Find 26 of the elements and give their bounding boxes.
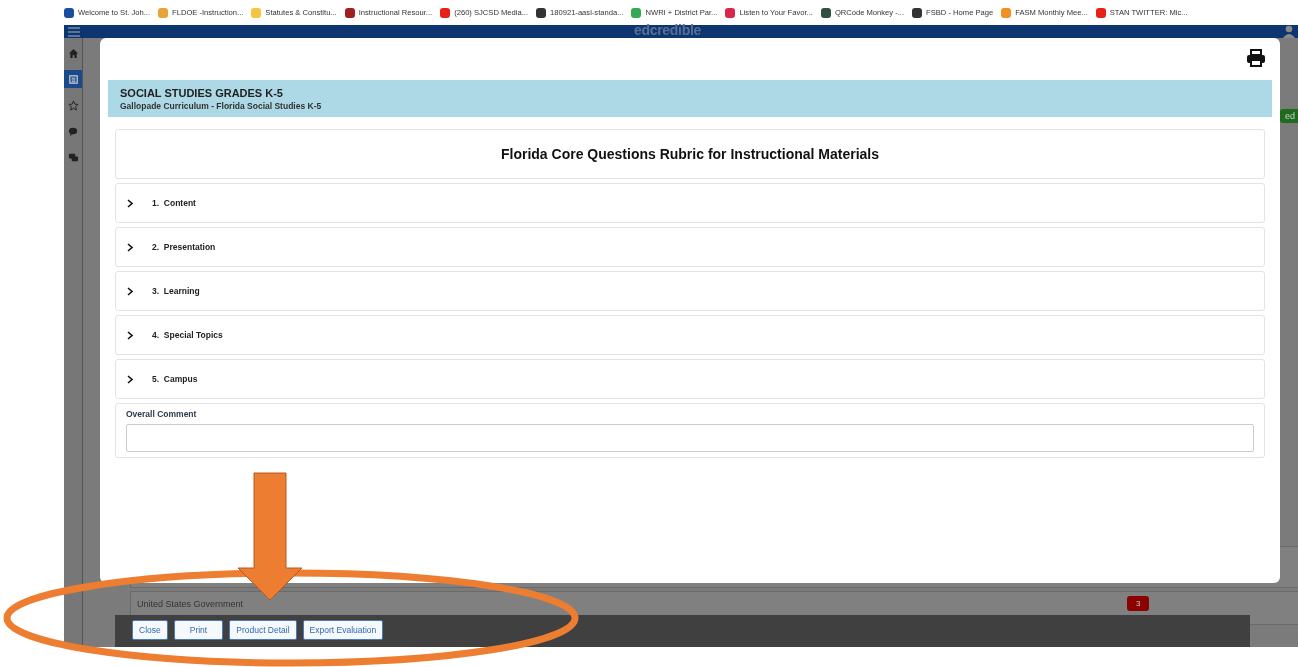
home-icon: [67, 47, 79, 59]
footer-button[interactable]: Export Evaluation: [302, 620, 384, 640]
app-logo: edcredible: [634, 22, 702, 38]
footer-button[interactable]: Print: [173, 620, 224, 640]
list-icon: [67, 73, 79, 85]
footer-button[interactable]: Product Detail: [229, 620, 297, 640]
print-icon[interactable]: [1246, 49, 1266, 67]
chats-icon: [67, 151, 79, 163]
accordion-section[interactable]: 1. Content: [115, 183, 1265, 223]
accordion-section[interactable]: 3. Learning: [115, 271, 1265, 311]
sidebar-item[interactable]: [64, 70, 82, 88]
row-title: United States Government: [137, 599, 244, 609]
star-icon: [67, 99, 79, 111]
product-title: SOCIAL STUDIES GRADES K-5: [120, 87, 284, 99]
comment-label: Overall Comment: [126, 409, 198, 419]
comment-field[interactable]: [126, 424, 1254, 452]
count-badge: 3: [1127, 596, 1150, 611]
accordion-section[interactable]: 5. Campus: [115, 359, 1265, 399]
accordion-section[interactable]: 2. Presentation: [115, 227, 1265, 267]
footer-button[interactable]: Close: [132, 620, 168, 640]
product-subtitle: Gallopade Curriculum - Florida Social Studies K-5: [120, 101, 323, 111]
accordion-section[interactable]: 4. Special Topics: [115, 315, 1265, 355]
rubric-title: Florida Core Questions Rubric for Instructional Materials: [115, 129, 1265, 179]
menu-icon[interactable]: [68, 27, 80, 37]
chat-icon: [67, 125, 79, 137]
user-icon[interactable]: [1282, 25, 1296, 38]
